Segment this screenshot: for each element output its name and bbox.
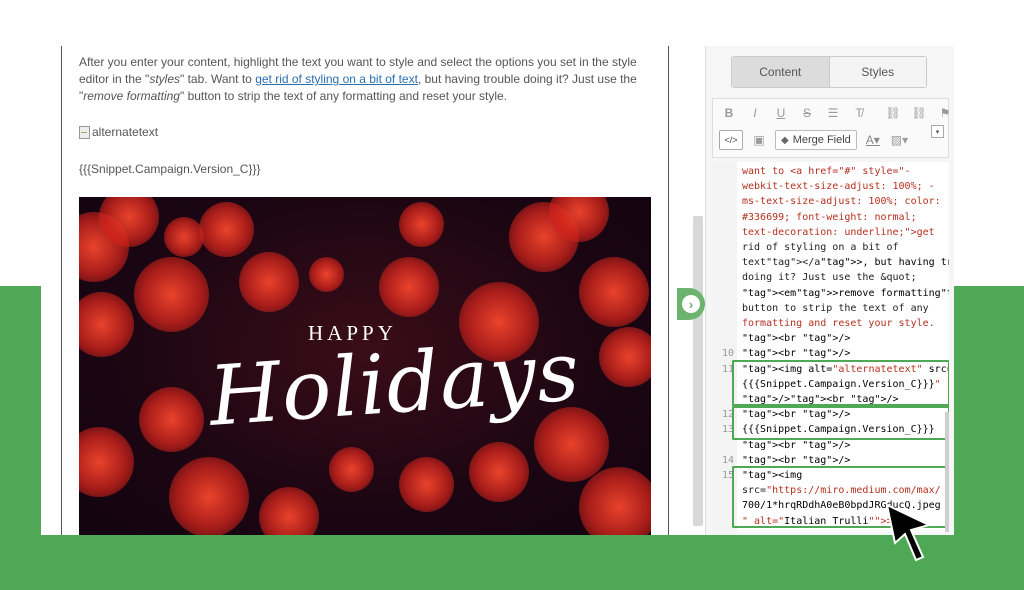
code-line: rid of styling on a bit of	[712, 240, 949, 255]
source-code-icon[interactable]: </>	[719, 130, 743, 150]
code-text: button to strip the text of any	[742, 302, 929, 314]
code-line: want to <a href="#" style="-	[712, 164, 949, 179]
italic-button[interactable]: I	[745, 104, 765, 122]
body-paragraph[interactable]: After you enter your content, highlight …	[79, 54, 651, 105]
code-text: text-decoration: underline;">get	[742, 226, 935, 238]
bold-button[interactable]: B	[719, 104, 739, 122]
code-text: #336699; font-weight: normal;	[742, 211, 917, 223]
mouse-pointer-icon	[885, 503, 932, 562]
link-icon[interactable]: ⛓	[883, 104, 903, 122]
code-text: doing it? Just use the &quot;	[742, 272, 917, 284]
code-line: text-decoration: underline;">get	[712, 225, 949, 240]
code-text: "tag"><em"tag">>remove formatting"tag"><…	[742, 287, 949, 299]
code-line: "tag"><br "tag">/>	[712, 331, 949, 346]
highlight-box-snippet	[732, 406, 949, 440]
tag-icon: ◆	[781, 134, 789, 146]
code-line: formatting and reset your style.	[712, 316, 949, 331]
broken-image-placeholder[interactable]: alternatetext	[79, 125, 158, 139]
unlink-icon[interactable]: ⛓	[909, 104, 929, 122]
code-text: "tag"><br "tag">/>	[742, 333, 851, 345]
happy-holidays-image[interactable]: HAPPY Holidays	[79, 197, 651, 535]
background-color-button[interactable]: ▨▾	[889, 131, 910, 149]
chevron-right-icon: ›	[682, 295, 700, 313]
holidays-script-text: Holidays	[206, 324, 583, 445]
code-line: #336699; font-weight: normal;	[712, 210, 949, 225]
merge-field-button[interactable]: ◆ Merge Field	[775, 130, 857, 150]
panel-tabs: Content Styles	[731, 56, 927, 88]
code-line: doing it? Just use the &quot;	[712, 270, 949, 285]
toolbar-more-dropdown[interactable]: ▾	[931, 125, 944, 138]
editor-preview-pane[interactable]: After you enter your content, highlight …	[61, 46, 669, 535]
snippet-placeholder-text: {{{Snippet.Campaign.Version_C}}}	[79, 162, 261, 176]
preview-scrollbar[interactable]	[693, 216, 703, 526]
tab-content[interactable]: Content	[732, 57, 830, 87]
code-text: ms-text-size-adjust: 100%; color:	[742, 196, 941, 208]
line-number: 10	[721, 348, 734, 360]
font-color-button[interactable]: A ▾	[863, 131, 883, 149]
code-line: "tag"><em"tag">>remove formatting"tag"><…	[712, 286, 949, 301]
code-text: rid of styling on a bit of	[742, 242, 899, 253]
strikethrough-button[interactable]: S	[797, 104, 817, 122]
email-editor-window: After you enter your content, highlight …	[41, 46, 954, 535]
formatting-toolbar: B I U S ☰ T̸ ⛓ ⛓ ⚑ </> ▣ ◆ Merge Field A…	[712, 98, 950, 158]
broken-image-icon	[79, 125, 90, 139]
highlight-box-img-snippet	[732, 360, 949, 406]
tab-styles[interactable]: Styles	[829, 57, 926, 87]
remove-format-icon[interactable]: T̸	[849, 104, 869, 122]
code-line: text"tag"></a"tag">>, but having trouble	[712, 255, 949, 270]
html-source-editor[interactable]: want to <a href="#" style="- webkit-text-…	[712, 162, 949, 532]
styling-help-link[interactable]: get rid of styling on a bit of text	[255, 72, 418, 86]
strikethrough-lines-icon[interactable]: ☰	[823, 104, 843, 122]
editor-side-panel: Content Styles B I U S ☰ T̸ ⛓ ⛓ ⚑ </> ▣ …	[705, 46, 954, 535]
image-icon[interactable]: ▣	[749, 131, 769, 149]
underline-button[interactable]: U	[771, 104, 791, 122]
code-line: button to strip the text of any	[712, 301, 949, 316]
code-scrollbar[interactable]	[945, 412, 949, 532]
code-text: webkit-text-size-adjust: 100%; -	[742, 181, 935, 193]
anchor-flag-icon[interactable]: ⚑	[935, 104, 954, 122]
code-text: want to <a href="#" style="-	[742, 166, 911, 177]
code-text: text"tag"></a"tag">>, but having trouble	[742, 257, 949, 269]
code-line: ms-text-size-adjust: 100%; color:	[712, 194, 949, 209]
code-text: formatting and reset your style.	[742, 318, 935, 329]
code-line: webkit-text-size-adjust: 100%; -	[712, 179, 949, 194]
